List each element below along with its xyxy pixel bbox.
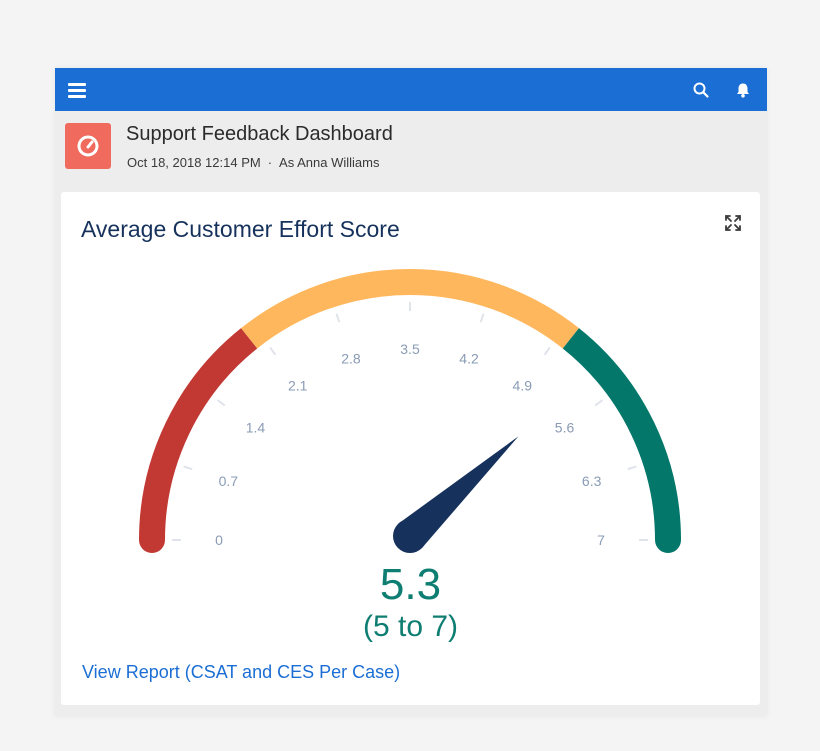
gauge-tick xyxy=(269,346,277,356)
gauge-tick-label: 2.8 xyxy=(341,350,361,366)
gauge-tick xyxy=(183,465,193,471)
gauge-tick-label: 0 xyxy=(215,532,223,548)
hamburger-icon[interactable] xyxy=(68,83,86,98)
page-title: Support Feedback Dashboard xyxy=(126,123,393,145)
gauge-tick-label: 4.9 xyxy=(513,377,533,393)
gauge-tick-label: 4.2 xyxy=(459,350,479,366)
gauge-segment-cap-3 xyxy=(655,527,681,553)
gauge-card: Average Customer Effort Score 0 0.7 1.4 2.1… xyxy=(61,192,760,705)
refresh-timestamp: Oct 18, 2018 12:14 PM xyxy=(127,155,261,170)
gauge-needle-hub xyxy=(393,519,427,553)
gauge-tick xyxy=(627,465,637,471)
gauge-range: (5 to 7) xyxy=(362,610,459,643)
gauge-tick-label: 2.1 xyxy=(288,377,308,393)
app-window: Support Feedback Dashboard Oct 18, 2018 … xyxy=(55,68,767,716)
gauge-tick-label: 1.4 xyxy=(246,420,266,436)
bell-icon[interactable] xyxy=(734,81,752,99)
gauge-tick xyxy=(594,399,604,407)
view-report-link[interactable]: View Report (CSAT and CES Per Case) xyxy=(82,662,400,683)
running-user: As Anna Williams xyxy=(279,155,380,170)
meta-separator: · xyxy=(267,155,273,170)
search-icon[interactable] xyxy=(692,81,710,99)
gauge-tick-label: 7 xyxy=(597,532,605,548)
gauge-tick-label: 6.3 xyxy=(582,473,602,489)
gauge-value: 5.3 xyxy=(379,560,442,609)
gauge-tick xyxy=(543,346,551,356)
dashboard-header: Support Feedback Dashboard Oct 18, 2018 … xyxy=(55,111,767,191)
top-nav-bar xyxy=(55,68,767,111)
dashboard-meta: Oct 18, 2018 12:14 PM · As Anna Williams xyxy=(127,155,379,170)
gauge-segment-1 xyxy=(139,328,258,541)
gauge-segment-cap-1 xyxy=(139,527,165,553)
gauge-chart: 0 0.7 1.4 2.1 2.8 3.5 4.2 4.9 5.6 6.3 7 xyxy=(139,269,681,553)
gauge-tick xyxy=(216,399,226,407)
gauge-tick-label: 0.7 xyxy=(219,473,239,489)
gauge-tick xyxy=(335,313,341,323)
gauge-icon xyxy=(65,123,111,169)
gauge-tick-label: 3.5 xyxy=(400,341,420,357)
gauge-segment-3 xyxy=(562,328,681,541)
gauge-tick-label: 5.6 xyxy=(555,420,575,436)
gauge-tick xyxy=(479,313,485,323)
